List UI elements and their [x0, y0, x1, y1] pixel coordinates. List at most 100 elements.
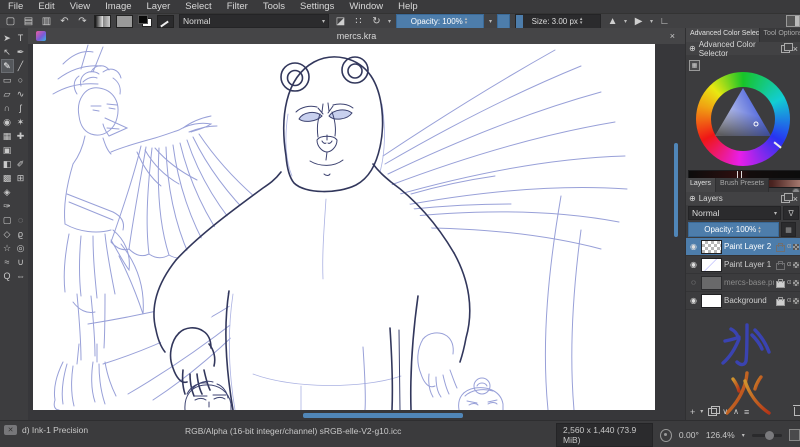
visibility-eye-icon[interactable]: ◉ [688, 260, 699, 269]
alpha-lock-icon[interactable] [793, 244, 799, 250]
zoom-slider-handle[interactable] [765, 431, 774, 440]
canvas-only-mode-icon[interactable] [789, 429, 800, 441]
blend-mode-dropdown[interactable]: Normal ▾ [179, 14, 329, 28]
close-icon[interactable]: × [793, 194, 798, 204]
brush-editor-icon[interactable] [157, 15, 174, 28]
tool-freehand-path-icon[interactable]: ʃ [14, 101, 27, 115]
inherit-alpha-icon[interactable]: α [787, 261, 791, 268]
move-layer-up-icon[interactable]: ∧ [733, 407, 739, 416]
visibility-eye-icon[interactable]: ◌ [688, 278, 699, 287]
chevron-down-icon[interactable]: ▾ [388, 18, 391, 25]
layer-row[interactable]: ◉Backgroundα [686, 292, 800, 310]
alpha-lock-icon[interactable] [793, 298, 799, 304]
vertical-scrollbar[interactable] [674, 143, 678, 237]
chevron-down-icon[interactable]: ▾ [489, 18, 492, 25]
tool-move-icon[interactable]: ✚ [14, 129, 27, 143]
delete-layer-icon[interactable] [794, 407, 800, 416]
menu-tools[interactable]: Tools [263, 1, 285, 12]
menu-filter[interactable]: Filter [227, 1, 248, 12]
saturation-triangle[interactable] [696, 72, 790, 166]
chevron-down-icon[interactable]: ▾ [742, 432, 745, 439]
layer-thumbnail[interactable] [701, 240, 722, 254]
chevron-down-icon[interactable]: ▾ [650, 18, 653, 25]
new-document-icon[interactable]: ▢ [4, 15, 17, 27]
layer-name[interactable]: Paint Layer 1 [724, 260, 774, 269]
layers-header[interactable]: ⊕ Layers × [686, 192, 800, 205]
inherit-alpha-icon[interactable]: α [787, 279, 791, 286]
tool-polygon-select-icon[interactable]: ◇ [1, 227, 14, 241]
menu-edit[interactable]: Edit [38, 1, 54, 12]
drawing-canvas[interactable] [33, 44, 655, 410]
color-wheel[interactable] [696, 72, 790, 166]
tool-magic-wand-select-icon[interactable]: ☆ [1, 241, 14, 255]
spinner-arrows-icon[interactable]: ▴▾ [756, 226, 763, 234]
open-document-icon[interactable]: ▤ [22, 15, 35, 27]
gradient-swatch[interactable] [94, 15, 111, 28]
selector-settings-icon[interactable]: ▦ [689, 60, 700, 71]
layer-properties-icon[interactable]: ≡ [744, 407, 749, 417]
tool-multibrush-icon[interactable]: ✶ [14, 115, 27, 129]
inherit-alpha-icon[interactable]: α [787, 297, 791, 304]
close-icon[interactable]: × [793, 44, 798, 54]
tool-rect-select-icon[interactable]: ▢ [1, 213, 14, 227]
tool-rectangle-icon[interactable]: ▭ [1, 73, 14, 87]
pattern-swatch[interactable] [116, 15, 133, 28]
brush-preset-label[interactable]: d) Ink-1 Precision [22, 425, 88, 435]
tool-bezier-select-icon[interactable]: ≈ [1, 255, 14, 269]
eraser-mode-icon[interactable]: ◪ [334, 15, 347, 27]
tool-polyline-icon[interactable]: ∿ [14, 87, 27, 101]
tool-crop-icon[interactable]: ▣ [1, 143, 14, 157]
tool-similar-select-icon[interactable]: ◎ [14, 241, 27, 255]
move-layer-down-icon[interactable]: ∨ [722, 407, 728, 416]
thumbnail-size-icon[interactable]: ▦ [781, 222, 796, 237]
tool-gradient-icon[interactable]: ◧ [1, 157, 14, 171]
layer-row[interactable]: ◉ Paint Layer 1 α [686, 256, 800, 274]
tool-ellipse-icon[interactable]: ○ [14, 73, 27, 87]
float-icon[interactable] [781, 45, 790, 53]
workspace-chooser-icon[interactable] [786, 15, 800, 27]
menu-settings[interactable]: Settings [300, 1, 334, 12]
layer-lock-icon[interactable] [776, 263, 785, 270]
visibility-eye-icon[interactable]: ◉ [688, 242, 699, 251]
tab-brush-presets[interactable]: Brush Presets [716, 178, 769, 192]
canvas-rotation-icon[interactable] [660, 429, 672, 442]
alpha-lock-icon[interactable] [793, 280, 799, 286]
menu-layer[interactable]: Layer [147, 1, 171, 12]
tool-fill-icon[interactable]: ◈ [1, 185, 14, 199]
tool-pattern-edit-icon[interactable]: ▩ [1, 171, 14, 185]
tool-line-icon[interactable]: ╱ [14, 59, 27, 73]
document-titlebar[interactable]: mercs.kra × [28, 28, 685, 44]
layer-lock-icon[interactable] [776, 245, 785, 252]
redo-icon[interactable]: ↷ [76, 15, 89, 27]
duplicate-layer-icon[interactable] [708, 408, 717, 416]
horizontal-scrollbar[interactable] [303, 413, 463, 418]
layer-thumbnail[interactable] [701, 258, 722, 272]
spinner-arrows-icon[interactable]: ▴▾ [578, 17, 585, 25]
menu-view[interactable]: View [70, 1, 90, 12]
layer-lock-icon[interactable] [776, 281, 785, 288]
menu-select[interactable]: Select [185, 1, 211, 12]
add-layer-button[interactable]: + [690, 407, 695, 417]
tool-text-icon[interactable]: T [14, 31, 27, 45]
trim-icon[interactable]: ∟ [658, 15, 671, 27]
layer-name[interactable]: mercs-base.png [724, 278, 774, 287]
layer-thumbnail[interactable] [701, 294, 722, 308]
visibility-eye-icon[interactable]: ◉ [688, 296, 699, 305]
tool-dynamic-brush-icon[interactable]: ◉ [1, 115, 14, 129]
flow-indicator[interactable] [497, 14, 510, 29]
layer-row[interactable]: ◌ mercs-base.png α [686, 274, 800, 292]
tool-freehand-select-icon[interactable]: ϱ [14, 227, 27, 241]
layer-thumbnail[interactable] [701, 276, 722, 290]
tab-layers[interactable]: Layers [686, 178, 716, 192]
tool-magnetic-select-icon[interactable]: ∪ [14, 255, 27, 269]
layer-row[interactable]: ◉Paint Layer 2α [686, 238, 800, 256]
menu-file[interactable]: File [8, 1, 23, 12]
tool-edit-shapes-icon[interactable]: ↖ [1, 45, 14, 59]
chevron-down-icon[interactable]: ▾ [700, 408, 703, 415]
reload-preset-icon[interactable]: ↻ [370, 15, 383, 27]
tool-smart-patch-icon[interactable]: ⊞ [14, 171, 27, 185]
tool-color-sampler-icon[interactable]: ✐ [14, 157, 27, 171]
tool-polygon-icon[interactable]: ▱ [1, 87, 14, 101]
selection-indicator-icon[interactable]: ✕ [4, 425, 17, 435]
layer-filter-icon[interactable]: ∇ [783, 206, 799, 220]
